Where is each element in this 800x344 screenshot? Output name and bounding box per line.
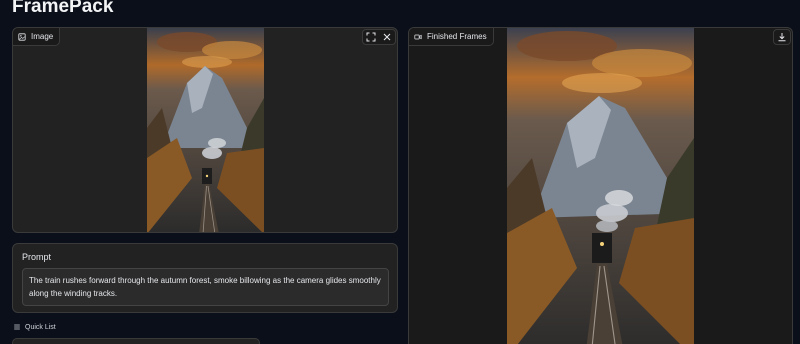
frames-panel-label-text: Finished Frames [427,32,487,41]
image-panel-label: Image [13,28,61,46]
quick-list-box[interactable] [12,338,260,344]
image-input-panel[interactable]: Image [12,27,398,233]
video-icon [414,34,422,39]
input-image [147,28,264,232]
finished-frames-panel: Finished Frames [408,27,793,344]
quick-list-label: Quick List [25,323,56,331]
prompt-panel: Prompt The train rushes forward through … [12,243,398,313]
list-icon [14,324,20,330]
image-panel-label-text: Image [31,32,54,41]
prompt-input[interactable]: The train rushes forward through the aut… [22,268,389,306]
app-title: FramePack [12,0,114,17]
quick-list-header[interactable]: Quick List [13,323,56,331]
frames-panel-label: Finished Frames [409,28,494,46]
close-icon[interactable] [379,30,395,44]
prompt-label: Prompt [22,252,52,262]
fullscreen-icon[interactable] [363,30,379,44]
download-icon[interactable] [774,30,790,44]
frames-panel-toolbar [773,29,791,45]
finished-frames-video[interactable] [507,28,694,344]
image-icon [18,32,26,41]
image-panel-toolbar [362,29,396,45]
